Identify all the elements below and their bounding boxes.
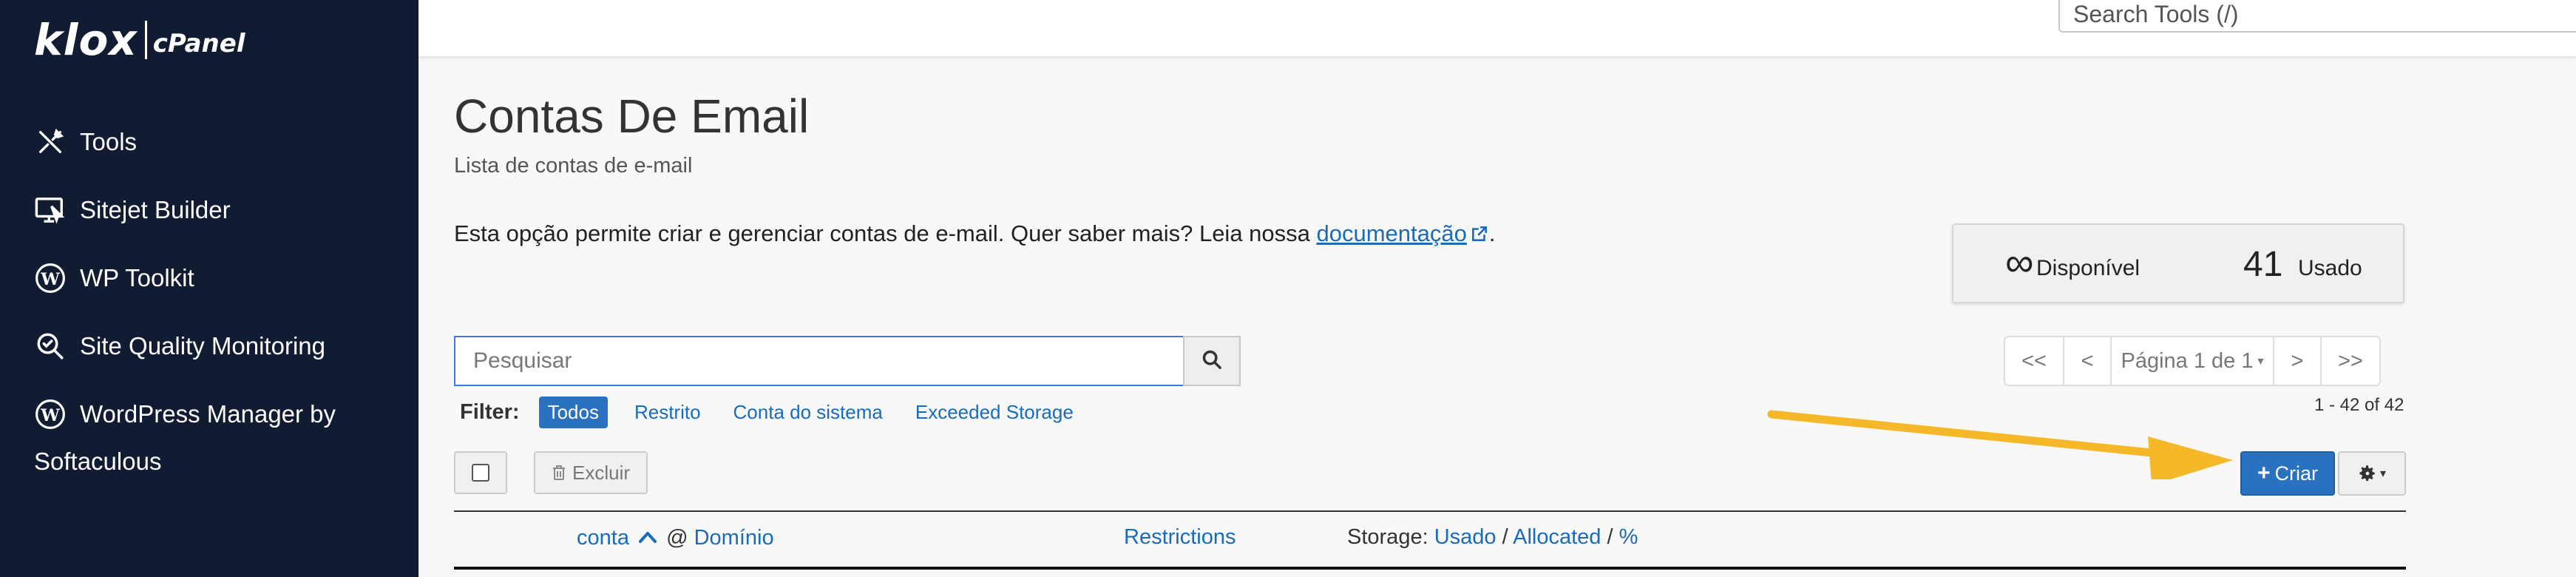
search-tools-placeholder: Search Tools (/) xyxy=(2073,0,2239,27)
filter-label: Filter: xyxy=(460,400,520,424)
svg-text:W: W xyxy=(40,406,60,425)
sidebar-item-label: Tools xyxy=(80,128,138,155)
infinity-icon: ∞ xyxy=(2005,240,2034,285)
trash-icon xyxy=(552,465,566,481)
sidebar: klox cPanel Tools Sitejet Builder W WP T… xyxy=(0,0,418,577)
gear-icon xyxy=(2358,464,2377,483)
column-header-restrictions: Restrictions xyxy=(1124,525,1236,550)
sidebar-item-label-line2: Softaculous xyxy=(34,448,162,475)
sidebar-item-sitejet-builder[interactable]: Sitejet Builder xyxy=(34,194,231,226)
storage-label: Storage: xyxy=(1347,525,1428,549)
tools-icon xyxy=(34,126,67,158)
wordpress-icon: W xyxy=(34,262,67,294)
page-label: Página 1 de 1 xyxy=(2121,348,2254,373)
page-subtitle: Lista de contas de e-mail xyxy=(454,154,693,178)
prev-page-button[interactable]: < xyxy=(2063,336,2112,386)
filter-todos[interactable]: Todos xyxy=(538,397,608,428)
last-page-button[interactable]: >> xyxy=(2320,336,2381,386)
search-input[interactable]: Pesquisar xyxy=(454,336,1184,386)
annotation-arrow xyxy=(1767,410,2233,479)
pagination: << < Página 1 de 1 ▾ > >> xyxy=(2004,336,2381,386)
logo-divider xyxy=(144,21,147,59)
sort-allocated-link[interactable]: Allocated xyxy=(1513,525,1601,549)
create-button[interactable]: + Criar xyxy=(2240,451,2335,496)
sidebar-item-wordpress-manager[interactable]: W WordPress Manager by Softaculous xyxy=(34,391,336,485)
sort-account-link[interactable]: conta xyxy=(577,526,629,550)
sort-domain-link[interactable]: Domínio xyxy=(694,526,774,550)
brand-logo[interactable]: klox cPanel xyxy=(34,10,245,70)
quota-summary: ∞ Disponível 41 Usado xyxy=(1952,223,2404,303)
at-symbol: @ xyxy=(666,526,688,550)
filter-conta-do-sistema[interactable]: Conta do sistema xyxy=(733,401,883,424)
column-header-storage: Storage: Usado / Allocated / % xyxy=(1347,525,1638,550)
select-all-button[interactable] xyxy=(454,451,507,494)
sort-ascending-icon[interactable] xyxy=(638,525,657,550)
wordpress-icon: W xyxy=(34,398,67,431)
used-count: 41 xyxy=(2243,245,2283,284)
brand-product: cPanel xyxy=(152,29,245,58)
caret-down-icon: ▾ xyxy=(2257,355,2264,368)
sort-used-link[interactable]: Usado xyxy=(1434,525,1497,549)
filter-exceeded-storage[interactable]: Exceeded Storage xyxy=(915,401,1074,424)
next-page-button[interactable]: > xyxy=(2273,336,2322,386)
sidebar-item-label: Site Quality Monitoring xyxy=(80,332,325,360)
sort-restrictions-link[interactable]: Restrictions xyxy=(1124,525,1236,549)
search-icon xyxy=(1201,349,1222,374)
sidebar-item-site-quality-monitoring[interactable]: Site Quality Monitoring xyxy=(34,330,325,362)
column-header-account: conta @ Domínio xyxy=(577,525,774,550)
settings-dropdown-button[interactable]: ▾ xyxy=(2338,451,2406,496)
delete-button[interactable]: Excluir xyxy=(534,451,648,494)
separator: / xyxy=(1607,525,1613,549)
documentation-link[interactable]: documentação xyxy=(1317,220,1467,246)
sidebar-item-label: Sitejet Builder xyxy=(80,196,231,223)
search-placeholder: Pesquisar xyxy=(473,348,572,373)
sidebar-item-label: WP Toolkit xyxy=(80,264,194,291)
sitejet-icon xyxy=(34,194,67,226)
sidebar-item-label: WordPress Manager by xyxy=(80,400,336,428)
select-all-checkbox[interactable] xyxy=(472,464,489,482)
create-label: Criar xyxy=(2274,462,2319,485)
search-tools-input[interactable]: Search Tools (/) xyxy=(2058,0,2576,33)
page-title: Contas De Email xyxy=(454,90,810,143)
used-label: Usado xyxy=(2298,256,2362,280)
external-link-icon xyxy=(1470,223,1489,249)
table-header-bottom-border xyxy=(454,567,2406,570)
delete-label: Excluir xyxy=(572,461,630,484)
filter-restrito[interactable]: Restrito xyxy=(634,401,701,424)
page-select[interactable]: Página 1 de 1 ▾ xyxy=(2110,336,2274,386)
svg-text:W: W xyxy=(40,270,60,289)
results-range: 1 - 42 of 42 xyxy=(2314,395,2404,415)
table-header-top-border xyxy=(454,510,2406,512)
page-description: Esta opção permite criar e gerenciar con… xyxy=(454,220,1496,249)
filter-bar: Filter: Todos Restrito Conta do sistema … xyxy=(460,397,1106,428)
caret-down-icon: ▾ xyxy=(2379,468,2387,480)
brand-name: klox xyxy=(34,15,138,65)
sidebar-item-tools[interactable]: Tools xyxy=(34,126,137,158)
search-button[interactable] xyxy=(1183,336,1241,386)
available-label: Disponível xyxy=(2036,256,2141,280)
site-quality-icon xyxy=(34,330,67,362)
description-suffix: . xyxy=(1488,220,1496,246)
separator: / xyxy=(1502,525,1508,549)
plus-icon: + xyxy=(2257,461,2271,485)
description-text: Esta opção permite criar e gerenciar con… xyxy=(454,220,1317,246)
sort-percent-link[interactable]: % xyxy=(1619,525,1638,549)
sidebar-item-wp-toolkit[interactable]: W WP Toolkit xyxy=(34,262,194,294)
first-page-button[interactable]: << xyxy=(2004,336,2064,386)
